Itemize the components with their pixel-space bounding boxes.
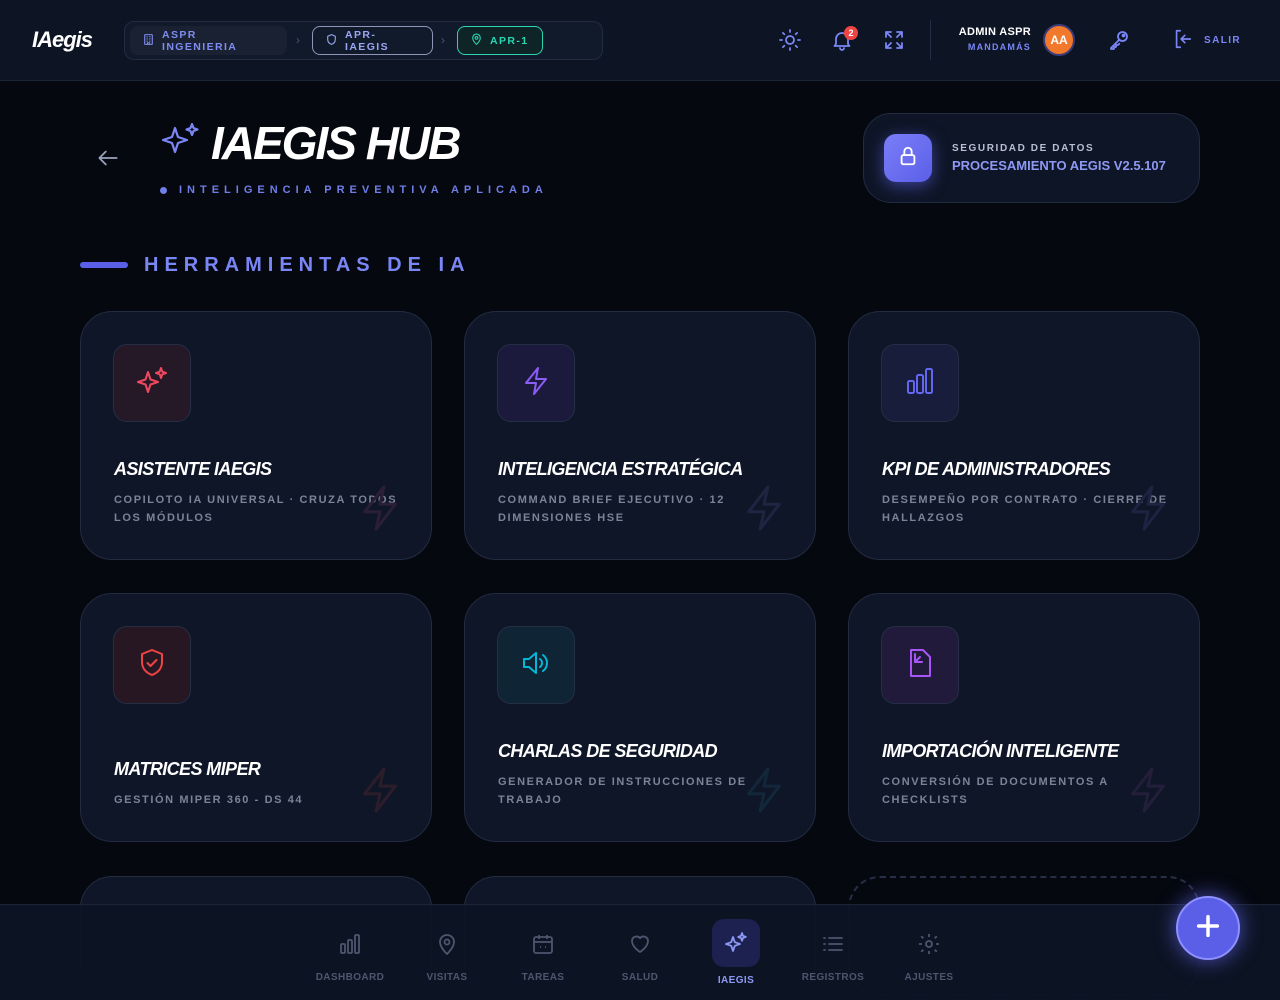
nav-label: TAREAS xyxy=(521,972,565,983)
security-value: PROCESAMIENTO AEGIS V2.5.107 xyxy=(952,158,1166,173)
tool-title: MATRICES MIPER xyxy=(114,759,261,779)
nav-item-iaegis[interactable]: IAEGIS xyxy=(688,905,784,1000)
nav-item-dashboard[interactable]: DASHBOARD xyxy=(302,905,398,1000)
back-button[interactable] xyxy=(95,145,121,171)
nav-item-ajustes[interactable]: AJUSTES xyxy=(881,905,977,1000)
tool-icon-box xyxy=(497,344,575,422)
lightning-icon xyxy=(1125,765,1171,815)
tool-icon-box xyxy=(881,344,959,422)
tool-card-charlas[interactable]: CHARLAS DE SEGURIDAD GENERADOR DE INSTRU… xyxy=(464,593,816,842)
user-role: MANDAMÁS xyxy=(967,42,1031,52)
nav-item-registros[interactable]: REGISTROS xyxy=(785,905,881,1000)
lightning-icon xyxy=(519,364,553,403)
tool-card-kpi[interactable]: KPI DE ADMINISTRADORES DESEMPEÑO POR CON… xyxy=(848,311,1200,560)
bottom-nav: DASHBOARD VISITAS TAREAS SALUD IAEGIS RE… xyxy=(0,904,1280,1000)
app-logo[interactable]: IAegis xyxy=(32,27,93,53)
data-security-card: SEGURIDAD DE DATOS PROCESAMIENTO AEGIS V… xyxy=(863,113,1200,203)
tool-title: ASISTENTE IAEGIS xyxy=(114,459,272,479)
subtitle-text: INTELIGENCIA PREVENTIVA APLICADA xyxy=(179,184,548,196)
add-button[interactable] xyxy=(1176,896,1240,960)
tool-card-importacion[interactable]: IMPORTACIÓN INTELIGENTE CONVERSIÓN DE DO… xyxy=(848,593,1200,842)
breadcrumb-company[interactable]: ASPR INGENIERIA xyxy=(130,26,287,55)
tool-title: IMPORTACIÓN INTELIGENTE xyxy=(882,741,1119,761)
lightning-icon xyxy=(741,483,787,533)
tool-icon-box xyxy=(497,626,575,704)
breadcrumb-label: APR-1 xyxy=(490,34,529,47)
theme-toggle-button[interactable] xyxy=(778,28,802,52)
sun-icon xyxy=(778,29,802,56)
shield-check-icon xyxy=(135,646,169,685)
tool-title: INTELIGENCIA ESTRATÉGICA xyxy=(498,459,743,479)
notification-badge: 2 xyxy=(844,26,858,40)
key-icon xyxy=(1107,31,1131,56)
tool-card-inteligencia[interactable]: INTELIGENCIA ESTRATÉGICA COMMAND BRIEF E… xyxy=(464,311,816,560)
security-label: SEGURIDAD DE DATOS xyxy=(952,143,1095,154)
bar-chart-icon xyxy=(338,932,362,956)
nav-label: SALUD xyxy=(621,972,659,983)
tool-icon-box xyxy=(881,626,959,704)
nav-label: AJUSTES xyxy=(904,972,954,983)
arrow-left-icon xyxy=(95,150,121,175)
lock-icon xyxy=(897,145,919,172)
section-title: HERRAMIENTAS DE IA xyxy=(144,254,471,276)
lightning-icon xyxy=(357,765,403,815)
settings-icon xyxy=(917,932,941,956)
lightning-icon xyxy=(741,765,787,815)
heart-icon xyxy=(628,932,652,956)
tool-title: KPI DE ADMINISTRADORES xyxy=(882,459,1111,479)
tool-icon-box xyxy=(113,626,191,704)
nav-item-salud[interactable]: SALUD xyxy=(592,905,688,1000)
page-subtitle: INTELIGENCIA PREVENTIVA APLICADA xyxy=(160,184,548,196)
expand-icon xyxy=(882,31,906,56)
calendar-icon xyxy=(531,932,555,956)
fullscreen-button[interactable] xyxy=(882,28,906,52)
nav-label: IAEGIS xyxy=(717,975,755,986)
sparkles-icon xyxy=(135,364,169,403)
nav-label: REGISTROS xyxy=(801,972,865,983)
status-dot xyxy=(160,186,167,194)
tool-title: CHARLAS DE SEGURIDAD xyxy=(498,741,718,761)
logout-icon xyxy=(1172,28,1194,53)
nav-item-tareas[interactable]: TAREAS xyxy=(495,905,591,1000)
list-icon xyxy=(821,932,845,956)
lightning-icon xyxy=(1125,483,1171,533)
speaker-icon xyxy=(519,646,553,685)
breadcrumb-label: APR-IAEGIS xyxy=(345,28,389,53)
page-title: IAEGIS HUB xyxy=(211,117,461,169)
breadcrumb-label: ASPR INGENIERIA xyxy=(162,28,238,53)
bell-icon xyxy=(830,32,854,56)
chevron-right-icon: › xyxy=(296,33,300,47)
breadcrumb-site[interactable]: APR-1 xyxy=(457,26,543,55)
nav-label: DASHBOARD xyxy=(315,972,385,983)
section-accent-bar xyxy=(80,262,128,268)
logout-label: SALIR xyxy=(1204,34,1241,46)
change-password-button[interactable] xyxy=(1107,28,1131,52)
avatar[interactable]: AA xyxy=(1043,24,1075,56)
top-bar: IAegis ASPR INGENIERIA › APR-IAEGIS › AP… xyxy=(0,0,1280,81)
logout-button[interactable]: SALIR xyxy=(1172,28,1241,52)
sparkles-icon xyxy=(724,931,748,955)
file-import-icon xyxy=(903,646,937,685)
bar-chart-icon xyxy=(903,364,937,403)
map-pin-icon xyxy=(435,932,459,956)
lock-badge xyxy=(884,134,932,182)
breadcrumb-project[interactable]: APR-IAEGIS xyxy=(312,26,433,55)
plus-icon xyxy=(1194,912,1222,945)
nav-label: VISITAS xyxy=(426,972,468,983)
tool-card-asistente[interactable]: ASISTENTE IAEGIS COPILOTO IA UNIVERSAL ·… xyxy=(80,311,432,560)
building-icon xyxy=(142,33,155,49)
user-name: ADMIN ASPR xyxy=(958,26,1031,38)
chevron-right-icon: › xyxy=(441,33,445,47)
breadcrumb: ASPR INGENIERIA › APR-IAEGIS › APR-1 xyxy=(124,21,603,60)
nav-item-visitas[interactable]: VISITAS xyxy=(399,905,495,1000)
lightning-icon xyxy=(357,483,403,533)
map-pin-icon xyxy=(470,33,483,49)
shield-icon xyxy=(325,33,338,49)
tool-card-miper[interactable]: MATRICES MIPER GESTIÓN MIPER 360 - DS 44 xyxy=(80,593,432,842)
sparkles-icon xyxy=(160,122,200,158)
tool-icon-box xyxy=(113,344,191,422)
